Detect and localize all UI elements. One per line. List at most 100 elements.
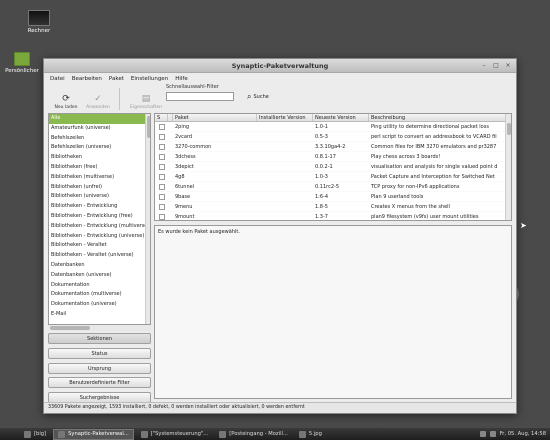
category-item[interactable]: Bibliotheken - Entwicklung [49,202,150,212]
menu-datei[interactable]: Datei [50,76,65,82]
category-item[interactable]: Bibliotheken - Veraltet (universe) [49,251,150,261]
checkbox-icon[interactable] [158,203,165,210]
table-row[interactable]: 6tunnel 0.11rc2-5 TCP proxy for non-IPv6 a… [155,182,511,192]
status-cell[interactable] [155,212,168,220]
table-row[interactable]: 2vcard 0.5-3 perl script to convert an add… [155,132,511,142]
installed-version-cell [257,142,313,151]
scroll-thumb[interactable] [50,326,90,330]
table-row[interactable]: 9menu 1.8-5 Creates X menus from the shell [155,202,511,212]
category-item[interactable]: Befehlszeilen [49,134,150,144]
newest-version-cell: 3.3.10ga4-2 [315,144,346,150]
taskbar-task[interactable]: Synaptic-Paketverwal... [53,428,134,440]
desktop-icon-home[interactable]: Persönlicher [4,52,40,74]
category-hscrollbar[interactable] [48,325,151,331]
column-header-package[interactable]: Paket [173,114,257,121]
status-cell[interactable] [155,202,168,211]
table-row[interactable]: 2ping 1.0-1 Ping utility to determine dire… [155,122,511,132]
category-item[interactable]: Alle [49,114,150,124]
scroll-thumb[interactable] [147,116,150,138]
checkbox-icon[interactable] [158,133,165,140]
category-item[interactable]: E-Mail [49,310,150,320]
status-cell[interactable] [155,182,168,191]
status-cell[interactable] [155,152,168,161]
table-row[interactable]: 9base 1:6-4 Plan 9 userland tools [155,192,511,202]
checkbox-icon[interactable] [158,143,165,150]
status-button[interactable]: Status [48,347,151,359]
properties-button[interactable]: ▤ Eigenschaften [127,94,165,110]
menu-bearbeiten[interactable]: Bearbeiten [72,76,102,82]
category-item[interactable]: Bibliotheken - Entwicklung (multiverse) [49,222,150,232]
category-item[interactable]: Bibliotheken (unfrei) [49,183,150,193]
category-item[interactable]: Bibliotheken - Entwicklung (universe) [49,232,150,242]
menu-hilfe[interactable]: Hilfe [175,76,188,82]
package-table: S Paket Installierte Version Neueste Ver… [154,113,512,221]
table-vscrollbar[interactable] [505,114,511,220]
taskbar-task[interactable]: 5.jpg [295,429,326,440]
column-header-installed[interactable]: Installierte Version [257,114,313,121]
network-icon[interactable] [479,431,486,437]
status-cell[interactable] [155,132,168,141]
status-cell[interactable] [155,172,168,181]
table-row[interactable]: 3270-common 3.3.10ga4-2 Common files for I… [155,142,511,152]
status-cell[interactable] [155,122,168,131]
titlebar[interactable]: Synaptic-Paketverwaltung – □ × [44,59,516,73]
category-item[interactable]: Dokumentation [49,281,150,291]
checkbox-icon[interactable] [158,173,165,180]
checkbox-icon[interactable] [158,163,165,170]
category-item[interactable]: Befehlszeilen (universe) [49,143,150,153]
menu-einstellungen[interactable]: Einstellungen [131,76,168,82]
description-cell: Creates X menus from the shell [371,204,450,210]
table-row[interactable]: 4g8 1.0-3 Packet Capture and Interception … [155,172,511,182]
status-cell[interactable] [155,192,168,201]
search-button[interactable]: ⌕ Suche [247,92,269,102]
category-item[interactable]: Datenbanken [49,261,150,271]
description-cell: Play chess across 3 boards! [371,154,441,160]
desktop-icon-computer[interactable]: Rechner [22,10,56,34]
checkbox-icon[interactable] [158,183,165,190]
table-row[interactable]: 3dchess 0.8.1-17 Play chess across 3 board… [155,152,511,162]
table-header: S Paket Installierte Version Neueste Ver… [155,114,511,122]
quick-filter-input[interactable] [166,92,234,101]
search-icon: ⌕ [247,92,252,101]
table-row[interactable]: 3depict 0.0.2-1 visualisation and analysis… [155,162,511,172]
category-item[interactable]: Bibliotheken - Veraltet [49,241,150,251]
category-item[interactable]: Bibliotheken (multiverse) [49,173,150,183]
origin-button[interactable]: Ursprung [48,362,151,374]
description-cell: Common files for IBM 3270 emulators and … [371,144,497,150]
checkbox-icon[interactable] [158,153,165,160]
category-item[interactable]: Dokumentation (universe) [49,300,150,310]
maximize-button[interactable]: □ [492,62,500,70]
category-item[interactable]: Bibliotheken (universe) [49,192,150,202]
category-item[interactable]: Bibliotheken (free) [49,163,150,173]
custom-filters-button[interactable]: Benutzerdefinierte Filter [48,377,151,389]
sections-button[interactable]: Sektionen [48,333,151,344]
desktop-icon-label: Persönlicher [5,68,39,74]
taskbar-task[interactable]: [Posteingang - Mozill... [215,429,292,440]
close-button[interactable]: × [504,62,512,70]
minimize-button[interactable]: – [480,62,488,70]
volume-icon[interactable] [489,431,496,437]
column-header-description[interactable]: Beschreibung [369,114,509,121]
category-item[interactable]: Bibliotheken [49,153,150,163]
menu-paket[interactable]: Paket [109,76,124,82]
clock[interactable]: Fr, 05. Aug, 14:58 [500,431,546,437]
taskbar-task[interactable]: ["Systemsteuerung"... [137,429,213,440]
scroll-thumb[interactable] [507,123,511,135]
column-header-newest[interactable]: Neueste Version [313,114,369,121]
checkbox-icon[interactable] [158,123,165,130]
checkbox-icon[interactable] [158,193,165,200]
category-vscrollbar[interactable] [145,114,150,324]
apply-button[interactable]: ✓ Anwenden [84,94,112,110]
status-cell[interactable] [155,142,168,151]
table-row[interactable]: 9mount 1.3-7 plan9 filesystem (v9fs) user … [155,212,511,220]
category-item[interactable]: Dokumentation (multiverse) [49,290,150,300]
category-item[interactable]: Datenbanken (universe) [49,271,150,281]
column-header-status[interactable]: S [155,114,168,121]
taskbar-task[interactable]: [big] [20,429,50,440]
category-item[interactable]: Bibliotheken - Entwicklung (free) [49,212,150,222]
checkbox-icon[interactable] [158,213,165,220]
status-cell[interactable] [155,162,168,171]
reload-button[interactable]: ⟳ Neu laden [52,94,80,110]
category-item[interactable]: Amateurfunk (universe) [49,124,150,134]
installed-version-cell [257,162,313,171]
